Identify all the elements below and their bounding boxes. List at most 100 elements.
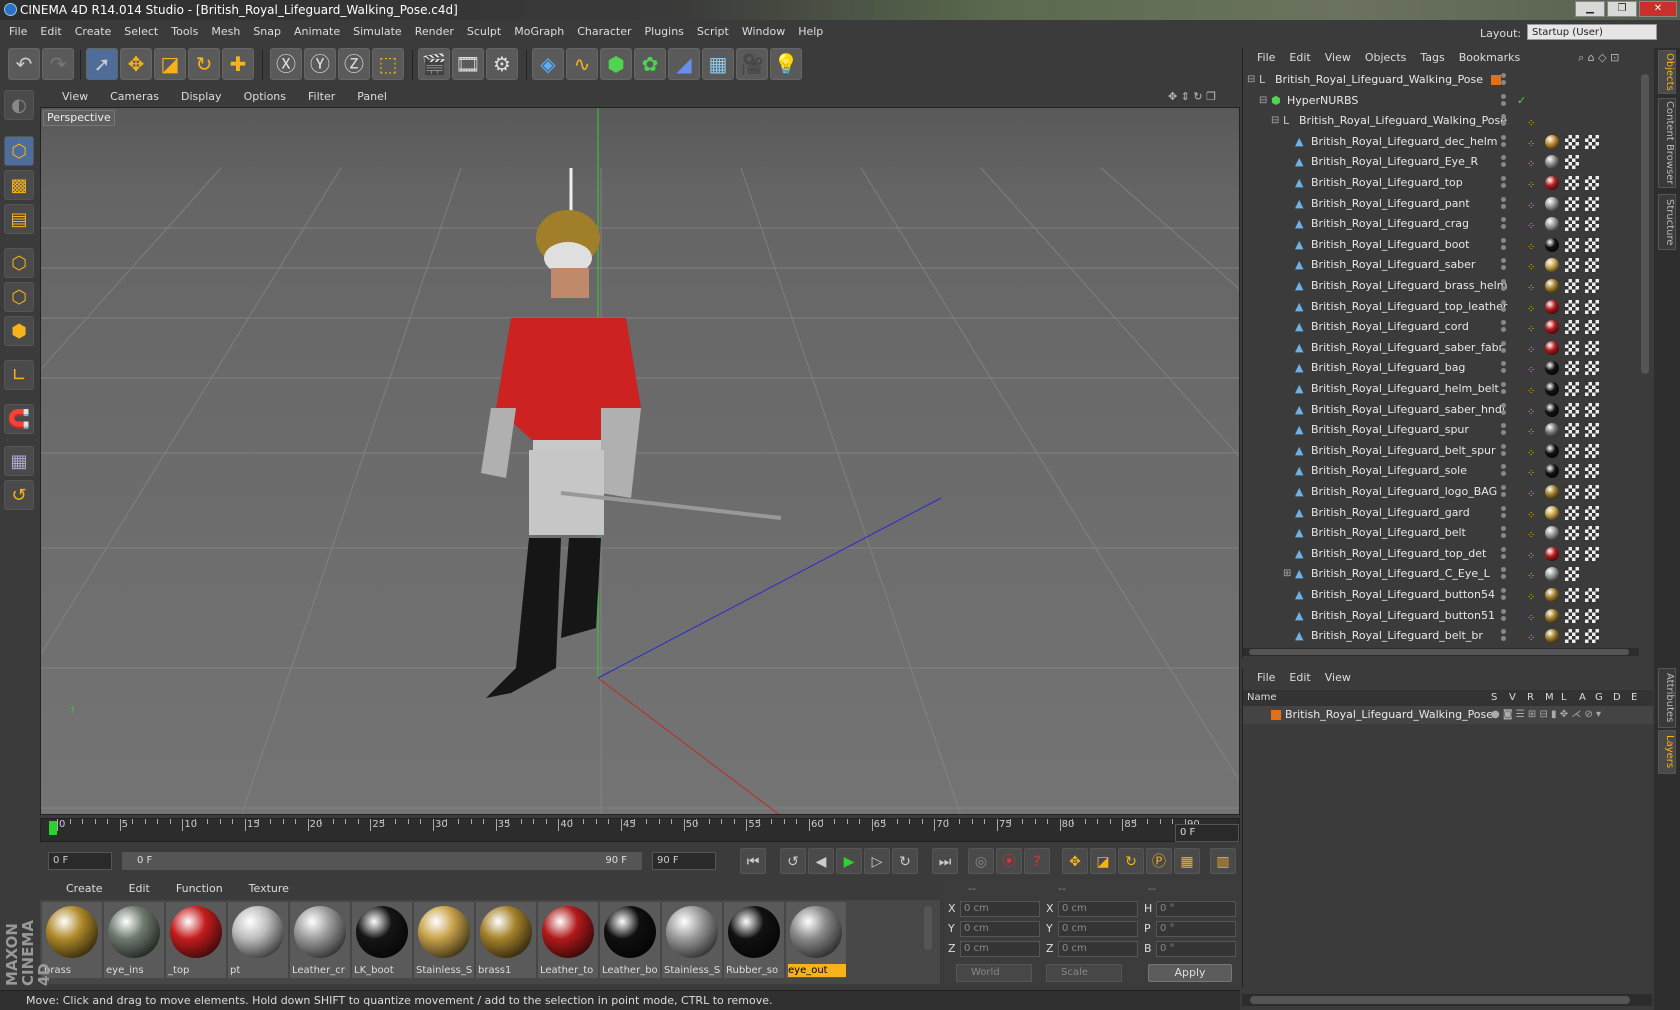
menu-tools[interactable]: Tools	[171, 25, 198, 38]
visibility-dots-icon[interactable]	[1501, 176, 1511, 190]
object-row[interactable]: ⊟ L British_Royal_Lifeguard_Walking_Pose ⁘	[1243, 111, 1639, 131]
uvw-tag-icon[interactable]	[1585, 340, 1599, 355]
visibility-dots-icon[interactable]	[1501, 320, 1511, 334]
uvw-tag-icon[interactable]	[1585, 176, 1599, 190]
uvw-tag-icon[interactable]	[1565, 279, 1579, 293]
z-axis-lock-icon[interactable]: Ⓩ	[338, 48, 370, 80]
uvw-tag-icon[interactable]	[1565, 382, 1579, 396]
loop-forward-icon[interactable]: ↻	[892, 848, 918, 874]
visibility-dots-icon[interactable]	[1501, 114, 1511, 128]
menu-mesh[interactable]: Mesh	[211, 25, 240, 38]
object-name[interactable]: British_Royal_Lifeguard_belt_br	[1311, 626, 1483, 646]
position-x-field[interactable]: 0 cm	[960, 901, 1040, 917]
menu-plugins[interactable]: Plugins	[645, 25, 684, 38]
y-axis-lock-icon[interactable]: Ⓨ	[304, 48, 336, 80]
material-tag-icon[interactable]	[1545, 464, 1559, 479]
phong-tag-icon[interactable]: ⁘	[1527, 217, 1541, 232]
loop-back-icon[interactable]: ↺	[780, 848, 806, 874]
material-tag-icon[interactable]	[1545, 155, 1559, 170]
menu-mograph[interactable]: MoGraph	[514, 25, 564, 38]
timeline-window-icon[interactable]: ▥	[1210, 848, 1236, 874]
material-swatch[interactable]: pt	[228, 902, 288, 978]
current-frame-field[interactable]: 0 F	[1175, 824, 1239, 842]
position-z-field[interactable]: 0 cm	[960, 941, 1040, 957]
object-name[interactable]: British_Royal_Lifeguard_dec_helm	[1311, 132, 1498, 152]
uvw-tag-icon[interactable]	[1585, 464, 1599, 479]
scale-tool-icon[interactable]: ◪	[154, 48, 186, 80]
menu-character[interactable]: Character	[577, 25, 631, 38]
phong-tag-icon[interactable]: ⁘	[1527, 341, 1541, 356]
menu-window[interactable]: Window	[742, 25, 785, 38]
uvw-tag-icon[interactable]	[1585, 237, 1599, 252]
visibility-dots-icon[interactable]	[1501, 93, 1511, 108]
object-row[interactable]: ▲ British_Royal_Lifeguard_top_det ⁘	[1243, 544, 1639, 564]
playhead[interactable]	[49, 821, 57, 835]
object-name[interactable]: British_Royal_Lifeguard_spur	[1311, 420, 1469, 440]
material-tag-icon[interactable]	[1545, 217, 1559, 232]
menu-animate[interactable]: Animate	[294, 25, 340, 38]
object-name[interactable]: British_Royal_Lifeguard_bag	[1311, 358, 1465, 378]
viewport-navigation-icons[interactable]: ✥ ⇕ ↻ ❐	[1168, 88, 1216, 106]
uvw-tag-icon[interactable]	[1585, 382, 1599, 396]
material-swatch[interactable]: Leather_to	[538, 902, 598, 978]
phong-tag-icon[interactable]: ⁘	[1527, 629, 1541, 644]
object-row[interactable]: ▲ British_Royal_Lifeguard_logo_BAG ⁘	[1243, 482, 1639, 502]
move-tool-icon[interactable]: ✥	[120, 48, 152, 80]
uvw-tag-icon[interactable]	[1585, 546, 1599, 561]
material-tag-icon[interactable]	[1545, 237, 1559, 252]
object-name[interactable]: British_Royal_Lifeguard_top_det	[1311, 544, 1486, 564]
uvw-tag-icon[interactable]	[1565, 485, 1579, 499]
uvw-tag-icon[interactable]	[1565, 217, 1579, 232]
spline-icon[interactable]: ∿	[566, 48, 598, 80]
material-menu-texture[interactable]: Texture	[249, 882, 289, 895]
visibility-dots-icon[interactable]	[1501, 134, 1511, 149]
menu-select[interactable]: Select	[124, 25, 158, 38]
expand-toggle-icon[interactable]: ⊟	[1247, 70, 1255, 90]
material-swatch[interactable]: Leather_cr	[290, 902, 350, 978]
object-row[interactable]: ⊟ ⬢ HyperNURBS ✓	[1243, 91, 1639, 111]
viewport-menu-filter[interactable]: Filter	[308, 90, 335, 103]
points-mode-icon[interactable]: ⬡	[4, 248, 34, 278]
array-icon[interactable]: ✿	[634, 48, 666, 80]
object-name[interactable]: British_Royal_Lifeguard_brass_helm	[1311, 276, 1507, 296]
visibility-dots-icon[interactable]	[1501, 588, 1511, 602]
material-swatch[interactable]: Leather_bo	[600, 902, 660, 978]
expand-toggle-icon[interactable]: ⊟	[1259, 91, 1267, 111]
phong-tag-icon[interactable]: ⁘	[1527, 526, 1541, 541]
object-name[interactable]: British_Royal_Lifeguard_belt	[1311, 523, 1466, 543]
material-tag-icon[interactable]	[1545, 361, 1559, 376]
material-tag-icon[interactable]	[1545, 258, 1559, 273]
rotation-b-field[interactable]: 0 °	[1156, 941, 1236, 957]
viewport-menu-cameras[interactable]: Cameras	[110, 90, 159, 103]
object-name[interactable]: British_Royal_Lifeguard_belt_spur	[1311, 441, 1496, 461]
size-y-field[interactable]: 0 cm	[1058, 921, 1138, 937]
render-picture-viewer-icon[interactable]: 🎞	[452, 48, 484, 80]
workplane-lock-icon[interactable]: ▦	[4, 446, 34, 476]
uvw-tag-icon[interactable]	[1585, 485, 1599, 499]
material-tag-icon[interactable]	[1545, 443, 1559, 458]
close-button[interactable]: ✕	[1639, 1, 1677, 17]
uvw-tag-icon[interactable]	[1565, 258, 1579, 273]
visibility-dots-icon[interactable]	[1501, 155, 1511, 169]
material-swatch[interactable]: _top	[166, 902, 226, 978]
uvw-tag-icon[interactable]	[1585, 279, 1599, 293]
object-row[interactable]: ▲ British_Royal_Lifeguard_saber ⁘	[1243, 255, 1639, 275]
uvw-tag-icon[interactable]	[1565, 299, 1579, 314]
phong-tag-icon[interactable]: ⁘	[1527, 300, 1541, 315]
material-swatch[interactable]: eye_ins	[104, 902, 164, 978]
texture-mode-icon[interactable]: ▩	[4, 170, 34, 200]
visibility-dots-icon[interactable]	[1501, 485, 1511, 499]
goto-start-icon[interactable]: ⏮	[740, 848, 766, 874]
uvw-tag-icon[interactable]	[1565, 588, 1579, 602]
redo-icon[interactable]: ↷	[42, 48, 74, 80]
object-row[interactable]: ▲ British_Royal_Lifeguard_spur ⁘	[1243, 420, 1639, 440]
object-row[interactable]: ▲ British_Royal_Lifeguard_dec_helm ⁘	[1243, 132, 1639, 152]
uvw-tag-icon[interactable]	[1565, 526, 1579, 541]
layer-color-swatch[interactable]	[1491, 75, 1501, 85]
material-tag-icon[interactable]	[1545, 588, 1559, 602]
material-tag-icon[interactable]	[1545, 505, 1559, 520]
step-back-icon[interactable]: ◀	[808, 848, 834, 874]
menu-sculpt[interactable]: Sculpt	[467, 25, 501, 38]
phong-tag-icon[interactable]: ⁘	[1527, 279, 1541, 294]
layer-name[interactable]: British_Royal_Lifeguard_Walking_Pose	[1285, 706, 1493, 724]
